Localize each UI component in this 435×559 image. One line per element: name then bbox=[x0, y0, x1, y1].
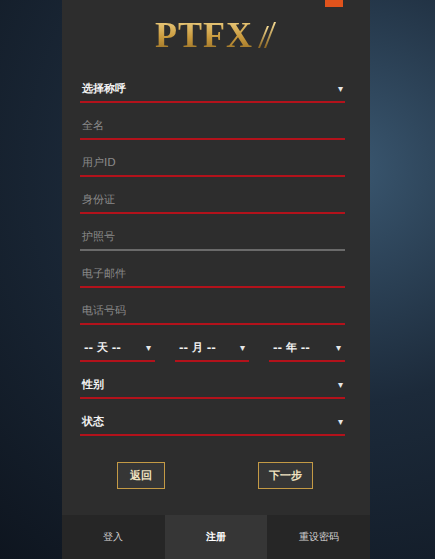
page: PTFX选择称呼▾全名用户ID身份证护照号电子邮件电话号码-- 天 --▾-- … bbox=[0, 0, 435, 559]
select-field[interactable]: 选择称呼 ▾ bbox=[80, 66, 345, 103]
date-select[interactable]: -- 年 -- ▾ bbox=[269, 325, 345, 362]
date-select[interactable]: -- 月 -- ▾ bbox=[175, 325, 249, 362]
dropdown-arrow-icon: ▾ bbox=[338, 82, 343, 95]
field-placeholder: 电话号码 bbox=[82, 304, 126, 317]
tab[interactable]: 登入 bbox=[62, 515, 165, 559]
dropdown-arrow-icon: ▾ bbox=[146, 341, 151, 354]
tab[interactable]: 注册 bbox=[165, 515, 268, 559]
date-label: -- 月 -- bbox=[179, 341, 216, 354]
select-field[interactable]: 性别 ▾ bbox=[80, 362, 345, 399]
field-placeholder: 电子邮件 bbox=[82, 267, 126, 280]
button-row: 返回 下一步 bbox=[62, 436, 370, 515]
logo-slashes-icon bbox=[255, 20, 277, 50]
select-label: 性别 bbox=[82, 378, 104, 391]
select-label: 选择称呼 bbox=[82, 82, 126, 95]
dropdown-arrow-icon: ▾ bbox=[338, 415, 343, 428]
birth-date-row: -- 天 -- ▾ -- 月 -- ▾ -- 年 -- ▾ bbox=[80, 325, 345, 362]
register-panel: PTFX选择称呼▾全名用户ID身份证护照号电子邮件电话号码-- 天 --▾-- … bbox=[62, 0, 370, 559]
text-field[interactable]: 全名 bbox=[80, 103, 345, 140]
register-form: 选择称呼▾全名用户ID身份证护照号电子邮件电话号码-- 天 --▾-- 月 --… bbox=[62, 66, 370, 436]
field-placeholder: 身份证 bbox=[82, 193, 115, 206]
logo-text: PTFX bbox=[155, 14, 253, 56]
field-placeholder: 全名 bbox=[82, 119, 104, 132]
back-button[interactable]: 返回 bbox=[117, 462, 165, 489]
select-label: 状态 bbox=[82, 415, 104, 428]
logo: PTFX bbox=[62, 0, 370, 66]
select-field[interactable]: 状态 ▾ bbox=[80, 399, 345, 436]
field-placeholder: 护照号 bbox=[82, 230, 115, 243]
text-field[interactable]: 护照号 bbox=[80, 214, 345, 251]
field-placeholder: 用户ID bbox=[82, 156, 116, 169]
dropdown-arrow-icon: ▾ bbox=[338, 378, 343, 391]
tab[interactable]: 重设密码 bbox=[267, 515, 370, 559]
text-field[interactable]: 电子邮件 bbox=[80, 251, 345, 288]
dropdown-arrow-icon: ▾ bbox=[240, 341, 245, 354]
bottom-tabs: 登入注册重设密码 bbox=[62, 515, 370, 559]
next-button[interactable]: 下一步 bbox=[258, 462, 313, 489]
corner-mark bbox=[325, 0, 343, 7]
date-select[interactable]: -- 天 -- ▾ bbox=[80, 325, 155, 362]
text-field[interactable]: 身份证 bbox=[80, 177, 345, 214]
date-label: -- 天 -- bbox=[84, 341, 121, 354]
date-label: -- 年 -- bbox=[273, 341, 310, 354]
text-field[interactable]: 电话号码 bbox=[80, 288, 345, 325]
dropdown-arrow-icon: ▾ bbox=[336, 341, 341, 354]
text-field[interactable]: 用户ID bbox=[80, 140, 345, 177]
